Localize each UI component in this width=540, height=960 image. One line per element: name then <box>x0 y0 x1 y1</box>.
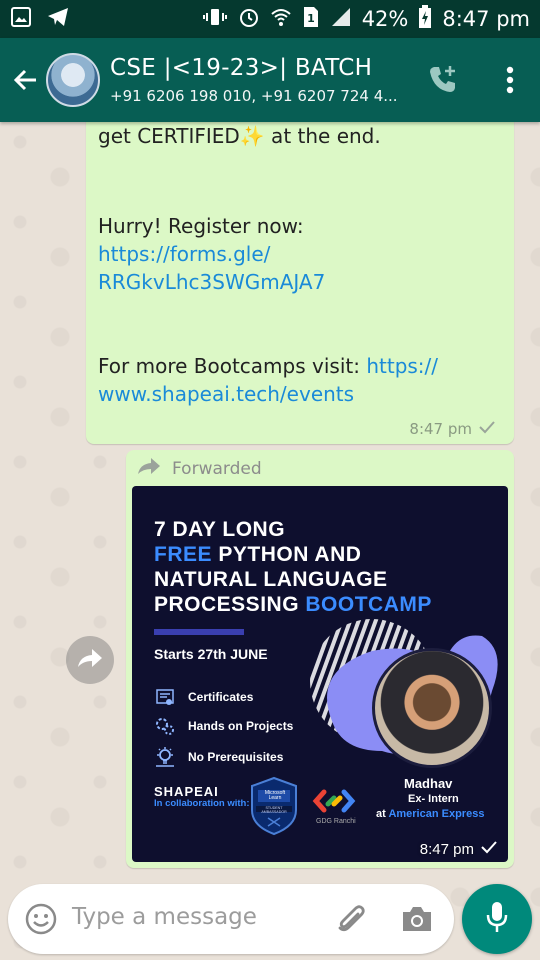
emoji-icon[interactable] <box>24 902 58 940</box>
poster-start-date: Starts 27th JUNE <box>154 646 268 662</box>
poster-headline-text: NATURAL LANGUAGE <box>154 568 388 591</box>
certificate-icon <box>154 686 176 708</box>
message-line: Hurry! Register now: <box>98 214 304 238</box>
speaker-at-label: at <box>376 808 389 820</box>
message-input[interactable]: Type a message <box>72 904 257 930</box>
poster-headline-line-2: FREE PYTHON AND <box>154 543 361 567</box>
badge-bottom-text: STUDENT AMBASSADOR <box>261 806 287 814</box>
status-time: 8:47 pm <box>442 7 530 31</box>
message-link[interactable]: https://forms.gle/ <box>98 242 270 266</box>
message-line: For more Bootcamps visit: <box>98 354 367 378</box>
gdg-label: GDG Ranchi <box>316 818 356 825</box>
chat-title: CSE |<19-23>| BATCH <box>110 55 373 81</box>
poster-headline-line-1: 7 DAY LONG <box>154 518 285 542</box>
poster-feature: Hands on Projects <box>154 715 293 737</box>
mic-icon <box>485 900 509 938</box>
wifi-icon <box>270 6 292 33</box>
speaker-role: Ex- Intern <box>408 793 459 805</box>
voice-record-button[interactable] <box>462 884 532 954</box>
poster-headline-text: PYTHON AND <box>212 543 362 566</box>
poster-feature-label: Hands on Projects <box>188 719 294 733</box>
add-call-icon[interactable] <box>426 62 460 100</box>
message-meta: 8:47 pm <box>420 840 498 858</box>
message-time: 8:47 pm <box>409 420 472 438</box>
forwarded-label: Forwarded <box>172 458 262 479</box>
gallery-icon <box>10 6 32 32</box>
signal-icon <box>330 6 352 33</box>
message-composer: Type a message <box>8 884 454 954</box>
sim-1-icon: 1 <box>302 5 320 34</box>
poster-headline-line-3: NATURAL LANGUAGE <box>154 568 388 592</box>
message-line: get CERTIFIED✨ at the end. <box>98 124 381 148</box>
forward-arrow-icon <box>76 646 104 674</box>
telegram-icon <box>46 6 70 32</box>
collab-label: In collaboration with: <box>154 798 250 809</box>
message-link[interactable]: RRGkvLhc3SWGmAJA7 <box>98 270 325 294</box>
svg-text:1: 1 <box>307 12 315 25</box>
poster-feature-label: Certificates <box>188 690 254 704</box>
lightbulb-icon <box>154 746 176 768</box>
attach-icon[interactable] <box>334 902 368 940</box>
speaker-photo <box>372 648 492 768</box>
message-link[interactable]: www.shapeai.tech/events <box>98 382 354 406</box>
shapeai-logo: SHAPEAI <box>154 784 219 799</box>
forwarded-arrow-icon <box>136 456 162 481</box>
message-time: 8:47 pm <box>419 840 474 858</box>
speaker-name: Madhav <box>404 776 453 791</box>
poster-headline-text: 7 DAY LONG <box>154 518 286 541</box>
battery-charging-icon <box>418 4 432 34</box>
forwarded-label-row: Forwarded <box>136 456 262 481</box>
speaker-company-line: at American Express <box>376 808 484 820</box>
speaker-company: American Express <box>388 808 485 820</box>
group-avatar[interactable] <box>46 53 100 107</box>
poster-feature-label: No Prerequisites <box>188 750 284 764</box>
message-meta: 8:47 pm <box>409 420 496 438</box>
gears-icon <box>154 715 176 737</box>
back-arrow-icon[interactable] <box>6 60 46 100</box>
sent-check-icon <box>478 420 496 438</box>
poster-headline-text: PROCESSING <box>154 593 306 616</box>
message-line-wrap: For more Bootcamps visit: https:// <box>98 354 438 378</box>
chat-title-block[interactable]: CSE |<19-23>| BATCH +91 6206 198 010, +9… <box>110 55 398 105</box>
forward-button[interactable] <box>66 636 114 684</box>
poster-feature: Certificates <box>154 686 253 708</box>
poster-divider <box>154 629 244 635</box>
vibrate-icon <box>202 6 228 33</box>
chat-header: CSE |<19-23>| BATCH +91 6206 198 010, +9… <box>0 38 540 122</box>
poster-headline-accent: FREE <box>154 543 213 566</box>
forwarded-message-bubble[interactable]: Forwarded 7 DAY LONG FREE PYTHON AND NAT… <box>126 450 514 868</box>
sent-check-icon <box>480 840 498 858</box>
more-vert-icon[interactable] <box>506 66 514 98</box>
battery-percent: 42% <box>361 7 409 31</box>
bootcamp-poster-image[interactable]: 7 DAY LONG FREE PYTHON AND NATURAL LANGU… <box>132 486 508 862</box>
chat-participants: +91 6206 198 010, +91 6207 724 4... <box>110 87 398 105</box>
badge-top-text: Microsoft Learn <box>264 790 286 801</box>
camera-icon[interactable] <box>400 904 434 938</box>
message-link[interactable]: https:// <box>366 354 438 378</box>
status-bar: 1 42% 8:47 pm <box>0 0 540 38</box>
alarm-icon <box>238 6 260 33</box>
poster-feature: No Prerequisites <box>154 746 283 768</box>
message-bubble[interactable]: get CERTIFIED✨ at the end. Hurry! Regist… <box>86 112 514 444</box>
